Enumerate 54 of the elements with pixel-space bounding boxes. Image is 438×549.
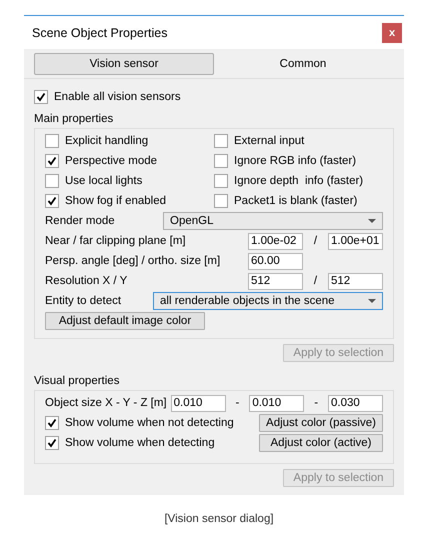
checkbox-label: Ignore depth info (faster)	[234, 175, 364, 187]
tab[interactable]: Common	[214, 53, 392, 75]
dropdown[interactable]: OpenGL	[163, 212, 383, 230]
input-field[interactable]: 60.00	[248, 252, 303, 270]
checkbox[interactable]	[45, 174, 59, 188]
window-title: Scene Object Properties	[32, 26, 168, 40]
field-label: Persp. angle [deg] / ortho. size [m]	[45, 255, 222, 267]
checkbox[interactable]	[214, 154, 228, 168]
checkbox-label: Use local lights	[65, 175, 142, 187]
input-field[interactable]: 512	[328, 272, 383, 290]
checkbox[interactable]	[45, 154, 59, 168]
adjust-color-button[interactable]: Adjust color (passive)	[259, 414, 383, 432]
separator-text: /	[312, 235, 318, 247]
checkbox[interactable]	[45, 194, 59, 208]
caret-icon	[368, 219, 376, 223]
separator-text: -	[313, 397, 320, 409]
input-field[interactable]: 1.00e-02	[248, 232, 303, 250]
checkbox-label: Perspective mode	[65, 155, 158, 167]
checkbox[interactable]	[214, 134, 228, 148]
checkbox-label: Packet1 is blank (faster)	[234, 195, 358, 207]
dropdown[interactable]: all renderable objects in the scene	[153, 292, 383, 310]
caret-icon	[368, 299, 376, 303]
checkbox-label: External input	[234, 135, 304, 147]
checkbox[interactable]	[45, 436, 59, 450]
figure-caption: [Vision sensor dialog]	[163, 513, 275, 525]
separator-text: -	[234, 397, 240, 409]
field-label: Render mode	[45, 215, 116, 227]
checkbox-label: Show fog if enabled	[65, 195, 166, 207]
adjust-color-button[interactable]: Adjust default image color	[45, 312, 205, 330]
checkbox[interactable]	[214, 174, 228, 188]
checkbox-label: Enable all vision sensors	[54, 91, 181, 103]
close-button[interactable]: x	[382, 22, 402, 42]
field-label: Entity to detect	[45, 295, 122, 307]
input-field[interactable]: 1.00e+01	[328, 232, 383, 250]
checkbox-label: Ignore RGB info (faster)	[234, 155, 356, 167]
field-label: Resolution X / Y	[45, 275, 128, 287]
checkbox-label: Show volume when not detecting	[65, 417, 234, 429]
checkbox-label: Explicit handling	[65, 135, 148, 147]
checkbox[interactable]	[34, 90, 48, 104]
section-title: Main properties	[34, 112, 114, 127]
checkbox[interactable]	[214, 194, 228, 208]
field-label: Object size X - Y - Z [m]	[45, 397, 167, 409]
field-label: Near / far clipping plane [m]	[45, 235, 187, 247]
input-field[interactable]: 0.010	[249, 394, 304, 412]
checkbox[interactable]	[45, 134, 59, 148]
adjust-color-button[interactable]: Adjust color (active)	[259, 434, 383, 452]
section-title: Visual properties	[34, 374, 120, 389]
input-field[interactable]: 0.010	[170, 394, 226, 412]
checkbox-label: Show volume when detecting	[65, 437, 215, 449]
input-field[interactable]: 0.030	[328, 394, 383, 412]
input-field[interactable]: 512	[248, 272, 303, 290]
checkbox[interactable]	[45, 416, 59, 430]
tab[interactable]: Vision sensor	[34, 53, 214, 75]
separator-text: /	[312, 275, 318, 287]
